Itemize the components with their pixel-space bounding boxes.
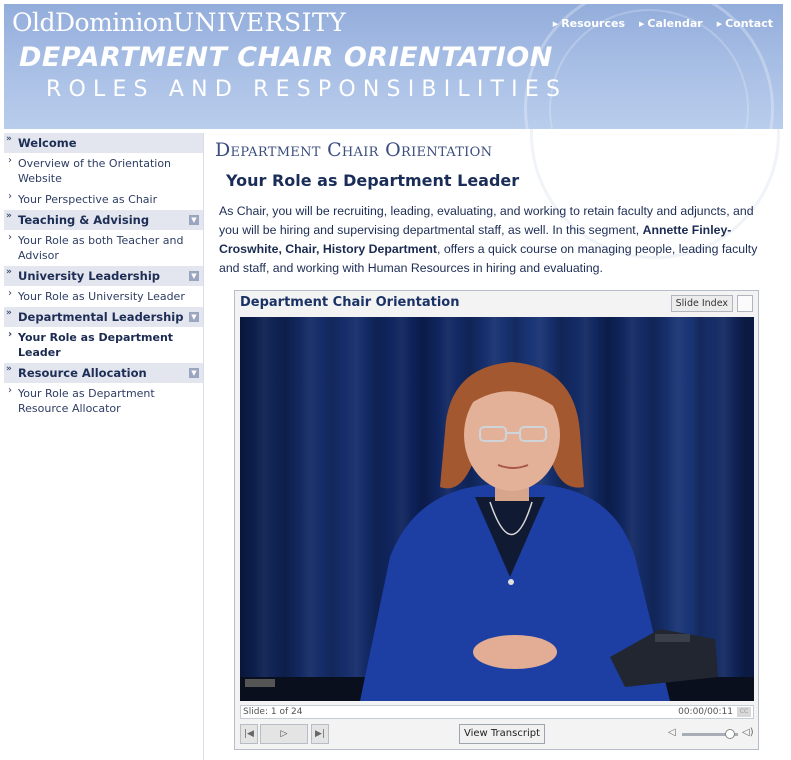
chevron-right-icon: ›	[8, 191, 12, 202]
section-resource-label: Resource Allocation	[18, 366, 147, 380]
chevron-right-icon: ›	[8, 385, 12, 396]
player-status-bar: Slide: 1 of 24 00:00/00:11 CC	[240, 705, 754, 719]
nav-contact[interactable]: ▶ Contact	[717, 17, 773, 30]
play-icon[interactable]: ▷	[260, 724, 308, 744]
nav-item-label: Your Perspective as Chair	[18, 193, 158, 206]
segment-title: Your Role as Department Leader	[226, 171, 520, 190]
chevron-right-icon: ›	[8, 232, 12, 243]
section-departmental[interactable]: » Departmental Leadership ▼	[4, 307, 203, 327]
volume-slider[interactable]	[682, 729, 738, 739]
double-chevron-icon: »	[6, 134, 12, 144]
double-chevron-icon: »	[6, 267, 12, 277]
expand-icon[interactable]: ▼	[189, 312, 199, 322]
nav-calendar-label: Calendar	[647, 17, 703, 30]
nav-item-teacher-advisor[interactable]: › Your Role as both Teacher and Advisor	[4, 230, 203, 266]
nav-item-label: Your Role as Department Resource Allocat…	[18, 387, 155, 415]
section-university-label: University Leadership	[18, 269, 161, 283]
chevron-right-icon: ›	[8, 288, 12, 299]
double-chevron-icon: »	[6, 211, 12, 221]
section-teaching[interactable]: » Teaching & Advising ▼	[4, 210, 203, 230]
volume-knob[interactable]	[724, 729, 735, 739]
odu-logo[interactable]: OldDominionUNIVERSITY	[12, 8, 346, 38]
logo-left: OldDominion	[12, 8, 174, 37]
chevron-right-icon: ▶	[716, 19, 723, 28]
chevron-right-icon: ▶	[639, 19, 645, 28]
nav-item-university-leader[interactable]: › Your Role as University Leader	[4, 286, 203, 307]
intro-paragraph: As Chair, you will be recruiting, leadin…	[219, 202, 774, 278]
section-university[interactable]: » University Leadership ▼	[4, 266, 203, 286]
nav-contact-label: Contact	[725, 17, 773, 30]
nav-item-label: Your Role as both Teacher and Advisor	[18, 234, 184, 262]
nav-item-department-leader[interactable]: › Your Role as Department Leader	[4, 327, 203, 363]
speaker-icon[interactable]: ◁	[668, 727, 676, 738]
banner-subtitle: ROLES AND RESPONSIBILITIES	[46, 77, 568, 102]
nav-item-label: Overview of the Orientation Website	[18, 157, 172, 185]
section-welcome[interactable]: » Welcome	[4, 133, 203, 153]
double-chevron-icon: »	[6, 364, 12, 374]
double-chevron-icon: »	[6, 308, 12, 318]
speaker-loud-icon[interactable]: ◁)	[742, 727, 754, 738]
slide-counter: Slide: 1 of 24	[243, 707, 303, 717]
fullscreen-toggle[interactable]	[737, 295, 753, 312]
nav-item-overview[interactable]: › Overview of the Orientation Website	[4, 153, 203, 189]
player-controls: |◀ ▷ ▶| View Transcript ◁ ◁)	[240, 724, 754, 746]
top-nav: ▶ Resources ▶ Calendar ▶ Contact	[553, 17, 773, 30]
pendant	[508, 579, 514, 585]
nav-item-label: Your Role as University Leader	[18, 290, 185, 303]
video-frame[interactable]	[240, 317, 754, 701]
section-welcome-label: Welcome	[18, 136, 77, 150]
expand-icon[interactable]: ▼	[189, 271, 199, 281]
nav-item-resource-allocator[interactable]: › Your Role as Department Resource Alloca…	[4, 383, 203, 419]
keypad	[245, 679, 275, 687]
speaker-figure	[240, 362, 754, 701]
hands	[473, 635, 557, 669]
next-icon[interactable]: ▶|	[311, 724, 329, 744]
chevron-right-icon: ›	[8, 155, 12, 166]
section-departmental-label: Departmental Leadership	[18, 310, 184, 324]
chevron-right-icon: ›	[8, 329, 13, 340]
main-content: Department Chair Orientation Your Role a…	[205, 129, 787, 760]
nav-calendar[interactable]: ▶ Calendar	[639, 17, 703, 30]
page-heading: Department Chair Orientation	[215, 139, 493, 161]
expand-icon[interactable]: ▼	[189, 368, 199, 378]
logo-right: UNIVERSITY	[173, 8, 347, 37]
nav-item-label: Your Role as Department Leader	[18, 331, 174, 359]
view-transcript-button[interactable]: View Transcript	[459, 724, 545, 744]
sidebar-nav: » Welcome › Overview of the Orientation W…	[4, 133, 204, 760]
time-display: 00:00/00:11	[678, 707, 733, 717]
site-header: OldDominionUNIVERSITY ▶ Resources ▶ Calend…	[4, 4, 783, 129]
chevron-right-icon: ▶	[552, 19, 559, 28]
slide-index-button[interactable]: Slide Index	[670, 295, 733, 312]
expand-icon[interactable]: ▼	[189, 215, 199, 225]
phone-display	[655, 634, 690, 642]
banner-title: DEPARTMENT CHAIR ORIENTATION	[19, 42, 553, 73]
section-resource[interactable]: » Resource Allocation ▼	[4, 363, 203, 383]
closed-caption-button[interactable]: CC	[737, 707, 751, 717]
video-player: Department Chair Orientation Slide Index	[234, 290, 759, 750]
nav-item-perspective[interactable]: › Your Perspective as Chair	[4, 189, 203, 210]
player-title: Department Chair Orientation	[240, 295, 460, 310]
section-teaching-label: Teaching & Advising	[18, 213, 150, 227]
prev-icon[interactable]: |◀	[240, 724, 258, 744]
nav-resources-label: Resources	[561, 17, 626, 30]
nav-resources[interactable]: ▶ Resources	[553, 17, 625, 30]
